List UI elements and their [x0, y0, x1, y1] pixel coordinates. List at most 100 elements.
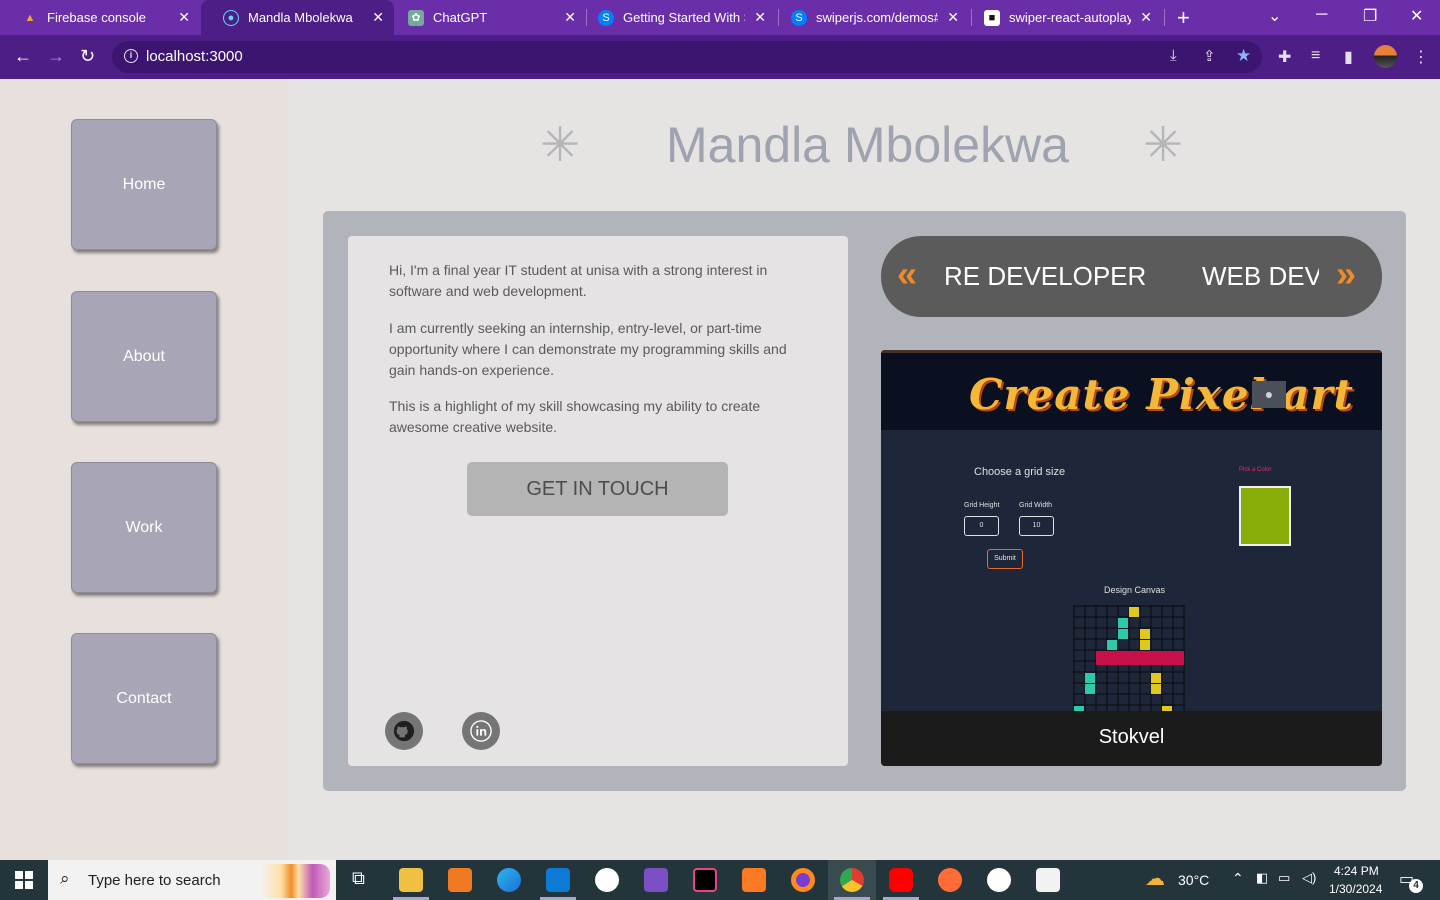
grid-size-label: Choose a grid size	[974, 466, 1066, 478]
preview-title: Create Pixel art	[969, 370, 1354, 419]
intellij-icon[interactable]	[693, 868, 717, 892]
preview-header: Create Pixel art ●	[881, 350, 1382, 430]
media-control-icon[interactable]: ≡	[1311, 47, 1320, 65]
chevrons-right-icon[interactable]: »	[1336, 256, 1356, 292]
minimize-icon[interactable]: ─	[1316, 6, 1327, 24]
tab-swiperjs-demos[interactable]: S swiperjs.com/demos#a ✕	[769, 0, 969, 35]
side-panel-icon[interactable]: ▮	[1344, 47, 1353, 67]
app-icon[interactable]	[448, 868, 472, 892]
react-icon: ●	[223, 9, 239, 26]
slide-next: WEB DEVELOPER	[1202, 261, 1319, 291]
extensions-icon[interactable]: ✚	[1278, 47, 1291, 67]
back-icon[interactable]: ←	[14, 46, 32, 67]
restore-icon[interactable]: ❐	[1363, 6, 1377, 26]
vscode-icon[interactable]	[546, 868, 570, 892]
network-icon[interactable]: ▭	[1278, 870, 1290, 886]
menu-icon[interactable]: ⋮	[1413, 47, 1429, 67]
mongodb-compass-icon[interactable]	[987, 868, 1011, 892]
file-explorer-icon[interactable]	[399, 868, 423, 892]
role-slider: RE DEVELOPER WEB DEVELOPER « »	[881, 236, 1382, 317]
volume-icon[interactable]: ◁)	[1302, 870, 1316, 886]
tab-title: Firebase console	[47, 10, 146, 25]
search-icon: ⌕	[60, 869, 70, 888]
swiper-icon: S	[598, 9, 614, 26]
xampp-icon[interactable]	[742, 868, 766, 892]
chevron-up-icon[interactable]: ⌃	[1232, 870, 1244, 887]
sparkle-icon: ✳	[1143, 119, 1184, 172]
slide-current: RE DEVELOPER	[944, 261, 1147, 291]
install-icon[interactable]: ⤓	[1170, 47, 1177, 64]
close-tab-icon[interactable]: ✕	[178, 10, 190, 24]
search-highlight-image	[260, 864, 330, 898]
tab-search-icon[interactable]: ⌄	[1268, 6, 1281, 26]
close-tab-icon[interactable]: ✕	[1140, 10, 1152, 24]
meet-now-icon[interactable]: ◧	[1256, 870, 1268, 886]
linkedin-icon[interactable]	[462, 712, 500, 750]
new-tab-button[interactable]: +	[1177, 5, 1190, 31]
close-tab-icon[interactable]: ✕	[947, 10, 959, 24]
nav-about-button[interactable]: About	[71, 291, 217, 422]
clock-time[interactable]: 4:24 PM	[1334, 864, 1379, 878]
page-title: Mandla Mbolekwa	[666, 117, 1069, 173]
weather-icon[interactable]: ☁	[1145, 866, 1165, 891]
nav-home-button[interactable]: Home	[71, 119, 217, 250]
grid-width-input: 10	[1019, 516, 1054, 536]
nav-work-button[interactable]: Work	[71, 462, 217, 593]
tab-firebase-console[interactable]: ▲ Firebase console ✕	[0, 0, 200, 35]
windows-start-icon[interactable]	[15, 871, 33, 894]
task-view-icon[interactable]: ⧉	[352, 868, 365, 889]
weather-temp[interactable]: 30°C	[1178, 872, 1209, 888]
tab-chatgpt[interactable]: ✿ ChatGPT ✕	[386, 0, 586, 35]
tab-mandla-mbolekwa[interactable]: ● Mandla Mbolekwa ✕	[201, 0, 394, 35]
reload-icon[interactable]: ↻	[80, 46, 95, 67]
visual-studio-icon[interactable]	[644, 868, 668, 892]
postman-icon[interactable]	[938, 868, 962, 892]
share-icon[interactable]: ⇪	[1203, 47, 1216, 65]
tab-title: ChatGPT	[433, 10, 488, 25]
chatgpt-icon: ✿	[408, 9, 424, 26]
firefox-icon[interactable]	[791, 868, 815, 892]
taskbar-search-box[interactable]: ⌕ Type here to search	[48, 860, 336, 900]
project-card[interactable]: Create Pixel art ● Choose a grid size Gr…	[881, 350, 1382, 766]
swiper-icon: S	[791, 9, 807, 26]
get-in-touch-button[interactable]: GET IN TOUCH	[467, 462, 728, 516]
tab-title: swiper-react-autoplay	[1009, 10, 1131, 25]
tab-title: Getting Started With S	[623, 10, 745, 25]
grid-height-input: 0	[964, 516, 999, 536]
grid-height-label: Grid Height	[964, 502, 1000, 509]
info-icon[interactable]: i	[124, 49, 138, 63]
edge-icon[interactable]	[497, 868, 521, 892]
project-name: Stokvel	[1098, 726, 1165, 748]
github-icon[interactable]	[385, 712, 423, 750]
nav-contact-button[interactable]: Contact	[71, 633, 217, 764]
clock-date[interactable]: 1/30/2024	[1329, 882, 1382, 896]
url-text[interactable]: localhost:3000	[146, 48, 243, 65]
sparkle-icon: ✳	[540, 119, 581, 172]
tab-swiper-react-autoplay[interactable]: ■ swiper-react-autoplay ✕	[962, 0, 1162, 35]
tab-getting-started-swiper[interactable]: S Getting Started With S ✕	[576, 0, 776, 35]
forward-icon[interactable]: →	[47, 46, 65, 67]
preview-submit-button: Submit	[987, 549, 1023, 569]
close-tab-icon[interactable]: ✕	[754, 10, 766, 24]
tab-title: swiperjs.com/demos#a	[816, 10, 938, 25]
app-icon[interactable]	[595, 868, 619, 892]
app-icon[interactable]	[1036, 868, 1060, 892]
close-tab-icon[interactable]: ✕	[564, 10, 576, 24]
flame-icon: ▲	[24, 11, 36, 24]
browser-tab-strip: ▲ Firebase console ✕ ● Mandla Mbolekwa ✕…	[0, 0, 1440, 35]
chevrons-left-icon[interactable]: «	[897, 256, 917, 292]
youtube-icon[interactable]	[889, 868, 913, 892]
color-swatch	[1239, 486, 1291, 546]
grid-width-label: Grid Width	[1019, 502, 1053, 509]
close-tab-icon[interactable]: ✕	[372, 10, 384, 24]
github-icon: ●	[1252, 381, 1286, 408]
bookmark-star-icon[interactable]: ★	[1236, 46, 1251, 66]
chrome-icon[interactable]	[840, 868, 864, 892]
intro-paragraph: I am currently seeking an internship, en…	[389, 320, 787, 378]
address-bar[interactable]: i localhost:3000 ⤓ ⇪ ★	[112, 41, 1262, 73]
search-placeholder: Type here to search	[88, 872, 221, 889]
profile-avatar[interactable]	[1374, 45, 1397, 68]
intro-paragraph: This is a highlight of my skill showcasi…	[389, 398, 761, 435]
codesandbox-icon: ■	[984, 9, 1000, 26]
close-window-icon[interactable]: ✕	[1410, 6, 1423, 26]
